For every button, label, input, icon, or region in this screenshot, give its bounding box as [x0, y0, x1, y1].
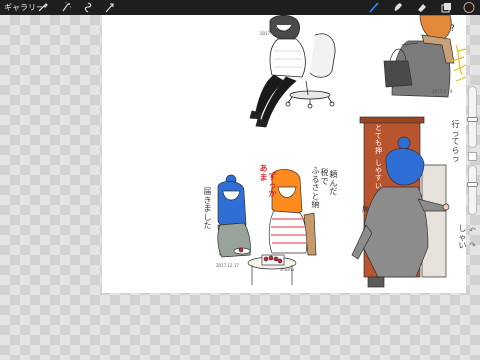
- color-swatch[interactable]: [463, 2, 475, 13]
- door-sign-text-2: しやすい: [375, 159, 382, 190]
- layers-icon[interactable]: [440, 2, 452, 13]
- girl-text-right-1: ふるさと納: [311, 166, 320, 210]
- artwork-illustrations: 2017.1.19 2017.1.19 ? 2017.12.17 shushu: [216, 15, 466, 288]
- girl-text-right-3: 頼んだ: [329, 170, 338, 197]
- redo-icon[interactable]: ↷: [468, 241, 477, 250]
- eraser-icon[interactable]: [416, 2, 428, 13]
- right-text-1: 行ってらっ: [451, 120, 460, 164]
- modify-button-icon[interactable]: [468, 152, 477, 161]
- undo-icon[interactable]: ↶: [468, 226, 477, 235]
- right-text-2: しゃい: [458, 224, 467, 251]
- door-sign-text-3: 扉: [362, 205, 369, 213]
- brush-sidebar: ↶ ↷: [467, 86, 478, 254]
- magic-wand-icon[interactable]: [60, 2, 72, 13]
- sign-bottom: 2017.12.17: [216, 263, 239, 268]
- wrench-icon[interactable]: [37, 2, 49, 13]
- smudge-icon[interactable]: [392, 2, 404, 13]
- brush-icon[interactable]: [368, 2, 380, 13]
- brush-opacity-thumb[interactable]: [467, 182, 478, 188]
- girl-text-right-2: 税で: [320, 168, 329, 186]
- drawing-canvas[interactable]: 2017.1.19 2017.1.19 ? 2017.12.17 shushu …: [102, 15, 466, 293]
- sign-top: 2017.1.19: [260, 31, 281, 36]
- brush-size-thumb[interactable]: [467, 117, 478, 123]
- brush-opacity-slider[interactable]: [468, 165, 477, 215]
- question-mark: ?: [450, 24, 455, 34]
- door-sign-text-1: とても押: [375, 124, 382, 155]
- cook-label: shushu: [280, 267, 295, 272]
- girl-text-red-2: ずっか: [268, 172, 277, 199]
- selection-icon[interactable]: [82, 2, 94, 13]
- girl-text-red: あま: [259, 164, 268, 182]
- top-toolbar: ギャラリー: [0, 0, 480, 15]
- girl-with-bag: [383, 15, 455, 98]
- transform-cursor-icon[interactable]: [104, 2, 116, 13]
- sign-mid: 2017.1.19: [432, 89, 453, 94]
- girl-text-blue: 届きました: [203, 187, 212, 231]
